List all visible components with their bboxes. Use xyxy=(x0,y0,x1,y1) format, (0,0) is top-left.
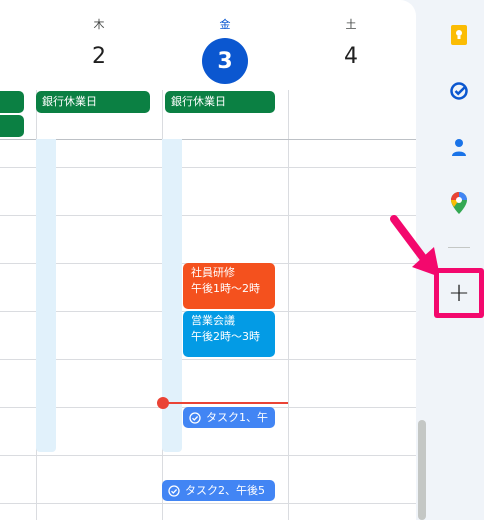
event-training[interactable]: 社員研修 午後1時～2時 xyxy=(183,263,275,309)
all-day-event-cutoff[interactable] xyxy=(0,91,24,113)
day-of-week: 木 xyxy=(93,18,105,31)
all-day-event-cutoff[interactable] xyxy=(0,115,24,137)
keep-icon[interactable] xyxy=(444,20,474,50)
hour-line xyxy=(0,359,416,360)
holiday-highlight xyxy=(36,139,56,452)
task-check-icon xyxy=(189,411,201,424)
contacts-icon[interactable] xyxy=(444,132,474,162)
task-title: タスク1、午 xyxy=(206,411,268,424)
task-title: タスク2、午後5 xyxy=(185,484,265,497)
current-time-line xyxy=(162,402,288,404)
scrollbar[interactable] xyxy=(418,420,426,520)
add-button-highlight: + xyxy=(434,268,484,318)
task-1[interactable]: タスク1、午 xyxy=(183,407,275,428)
hour-line xyxy=(0,503,416,504)
maps-icon[interactable] xyxy=(444,188,474,218)
event-title: 社員研修 xyxy=(191,266,235,279)
day-of-week: 土 xyxy=(345,18,357,31)
event-meeting[interactable]: 営業会議 午後2時～3時 xyxy=(183,311,275,357)
event-title: 営業会議 xyxy=(191,314,235,327)
day-number[interactable]: 2 xyxy=(36,44,162,69)
calendar-grid: 木 2 金 3 土 4 銀行休業日 銀行休業日 社員研修 午後1時～2時 営業会… xyxy=(0,0,416,520)
event-time: 午後2時～3時 xyxy=(191,330,260,343)
hour-line xyxy=(0,167,416,168)
add-addon-button[interactable]: + xyxy=(439,273,479,313)
today-date[interactable]: 3 xyxy=(202,38,248,84)
tasks-icon[interactable] xyxy=(444,76,474,106)
current-time-dot xyxy=(157,397,169,409)
day-number[interactable]: 4 xyxy=(288,44,414,69)
all-day-event[interactable]: 銀行休業日 xyxy=(36,91,150,113)
day-of-week: 金 xyxy=(219,18,231,31)
day-header-thu[interactable]: 木 2 xyxy=(36,0,162,90)
side-panel-divider xyxy=(448,247,470,248)
day-header-sat[interactable]: 土 4 xyxy=(288,0,414,90)
hour-line xyxy=(0,455,416,456)
all-day-event[interactable]: 銀行休業日 xyxy=(165,91,275,113)
day-header-fri[interactable]: 金 3 xyxy=(162,0,288,90)
task-check-icon xyxy=(168,484,180,497)
hour-line xyxy=(0,215,416,216)
event-time: 午後1時～2時 xyxy=(191,282,260,295)
task-2[interactable]: タスク2、午後5 xyxy=(162,480,275,501)
all-day-divider xyxy=(0,139,416,140)
